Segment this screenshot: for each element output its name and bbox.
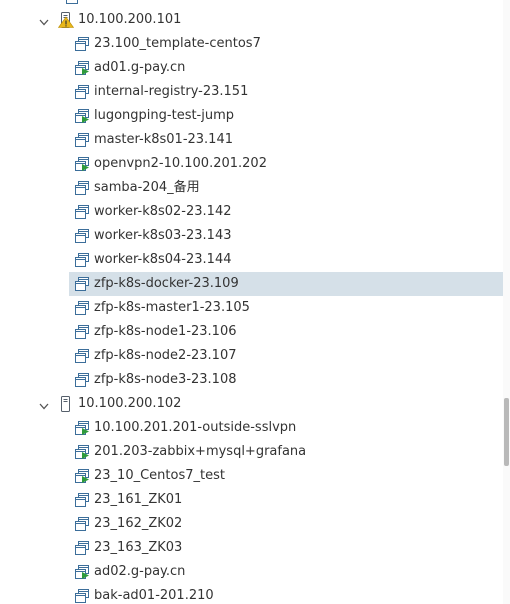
host-label: 10.100.200.102 bbox=[78, 396, 182, 411]
vm-label: 23.100_template-centos7 bbox=[94, 36, 261, 51]
clipped-top-row bbox=[0, 0, 503, 6]
vm-powered-on-icon bbox=[74, 156, 90, 172]
vm-label: worker-k8s04-23.144 bbox=[94, 252, 232, 267]
vm-row[interactable]: master-k8s01-23.141 bbox=[0, 128, 503, 152]
vm-row[interactable]: 23_163_ZK03 bbox=[0, 536, 503, 560]
vm-powered-on-icon bbox=[74, 60, 90, 76]
vm-row[interactable]: zfp-k8s-node2-23.107 bbox=[0, 344, 503, 368]
vm-row[interactable]: worker-k8s04-23.144 bbox=[0, 248, 503, 272]
vm-powered-off-icon bbox=[74, 132, 90, 148]
vm-label: lugongping-test-jump bbox=[94, 108, 235, 123]
vm-label: zfp-k8s-master1-23.105 bbox=[94, 300, 250, 315]
inventory-tree: 10.100.200.101 23.100_template-centos7 ad0… bbox=[0, 0, 503, 604]
vm-template-icon bbox=[74, 36, 90, 52]
vm-powered-on-icon bbox=[74, 420, 90, 436]
host-label: 10.100.200.101 bbox=[78, 12, 182, 27]
vm-label: 10.100.201.201-outside-sslvpn bbox=[94, 420, 297, 435]
vm-label: 23_162_ZK02 bbox=[94, 516, 183, 531]
vm-powered-on-icon bbox=[74, 468, 90, 484]
vm-label: 201.203-zabbix+mysql+grafana bbox=[94, 444, 307, 459]
vm-powered-off-icon bbox=[74, 540, 90, 556]
vm-powered-off-icon bbox=[74, 276, 90, 292]
vm-powered-on-icon bbox=[74, 564, 90, 580]
vm-label: zfp-k8s-node1-23.106 bbox=[94, 324, 237, 339]
vm-row[interactable]: worker-k8s02-23.142 bbox=[0, 200, 503, 224]
vm-powered-off-icon bbox=[74, 324, 90, 340]
vm-row[interactable]: worker-k8s03-23.143 bbox=[0, 224, 503, 248]
vm-label: zfp-k8s-node2-23.107 bbox=[94, 348, 237, 363]
vm-powered-off-icon bbox=[74, 348, 90, 364]
vm-label: worker-k8s03-23.143 bbox=[94, 228, 232, 243]
vm-powered-off-icon bbox=[74, 372, 90, 388]
vm-label: zfp-k8s-node3-23.108 bbox=[94, 372, 237, 387]
vm-row[interactable]: bak-ad01-201.210 bbox=[0, 584, 503, 604]
vm-row[interactable]: 23_10_Centos7_test bbox=[0, 464, 503, 488]
vm-label: zfp-k8s-docker-23.109 bbox=[94, 276, 239, 291]
vm-label: worker-k8s02-23.142 bbox=[94, 204, 232, 219]
vm-powered-off-icon bbox=[74, 180, 90, 196]
scrollbar-thumb[interactable] bbox=[504, 398, 509, 466]
vm-label: internal-registry-23.151 bbox=[94, 84, 249, 99]
vm-label: openvpn2-10.100.201.202 bbox=[94, 156, 267, 171]
vm-powered-off-icon bbox=[74, 516, 90, 532]
vm-powered-off-icon bbox=[74, 228, 90, 244]
vm-powered-off-icon bbox=[74, 588, 90, 604]
vm-label: master-k8s01-23.141 bbox=[94, 132, 233, 147]
vm-label: ad02.g-pay.cn bbox=[94, 564, 186, 579]
vm-label: samba-204_备用 bbox=[94, 180, 200, 195]
vm-powered-on-icon bbox=[74, 108, 90, 124]
vm-label: ad01.g-pay.cn bbox=[94, 60, 186, 75]
vm-row[interactable]: zfp-k8s-master1-23.105 bbox=[0, 296, 503, 320]
host-row[interactable]: 10.100.200.102 bbox=[0, 392, 503, 416]
vm-row[interactable]: internal-registry-23.151 bbox=[0, 80, 503, 104]
vm-row[interactable]: zfp-k8s-node3-23.108 bbox=[0, 368, 503, 392]
vm-row[interactable]: lugongping-test-jump bbox=[0, 104, 503, 128]
vm-powered-off-icon bbox=[74, 492, 90, 508]
vm-row[interactable]: zfp-k8s-node1-23.106 bbox=[0, 320, 503, 344]
host-row[interactable]: 10.100.200.101 bbox=[0, 8, 503, 32]
vm-powered-on-icon bbox=[74, 444, 90, 460]
vm-row[interactable]: 201.203-zabbix+mysql+grafana bbox=[0, 440, 503, 464]
chevron-down-icon[interactable] bbox=[36, 398, 52, 410]
vm-row[interactable]: ad02.g-pay.cn bbox=[0, 560, 503, 584]
vm-label: 23_161_ZK01 bbox=[94, 492, 183, 507]
vm-row[interactable]: samba-204_备用 bbox=[0, 176, 503, 200]
vm-powered-off-icon bbox=[74, 204, 90, 220]
vm-row-selected[interactable]: zfp-k8s-docker-23.109 bbox=[0, 272, 503, 296]
vm-label: 23_10_Centos7_test bbox=[94, 468, 225, 483]
vm-row[interactable]: openvpn2-10.100.201.202 bbox=[0, 152, 503, 176]
vm-row[interactable]: 23.100_template-centos7 bbox=[0, 32, 503, 56]
vm-icon bbox=[66, 0, 78, 4]
vm-row[interactable]: 23_161_ZK01 bbox=[0, 488, 503, 512]
scrollbar-track[interactable] bbox=[503, 0, 510, 604]
host-warning-icon bbox=[57, 12, 75, 28]
vm-powered-off-icon bbox=[74, 252, 90, 268]
chevron-down-icon[interactable] bbox=[36, 14, 52, 26]
vm-label: bak-ad01-201.210 bbox=[94, 588, 214, 603]
vm-powered-off-icon bbox=[74, 84, 90, 100]
vm-row[interactable]: 23_162_ZK02 bbox=[0, 512, 503, 536]
host-icon bbox=[58, 396, 74, 412]
vm-powered-off-icon bbox=[74, 300, 90, 316]
vm-row[interactable]: 10.100.201.201-outside-sslvpn bbox=[0, 416, 503, 440]
vm-label: 23_163_ZK03 bbox=[94, 540, 183, 555]
vm-row[interactable]: ad01.g-pay.cn bbox=[0, 56, 503, 80]
